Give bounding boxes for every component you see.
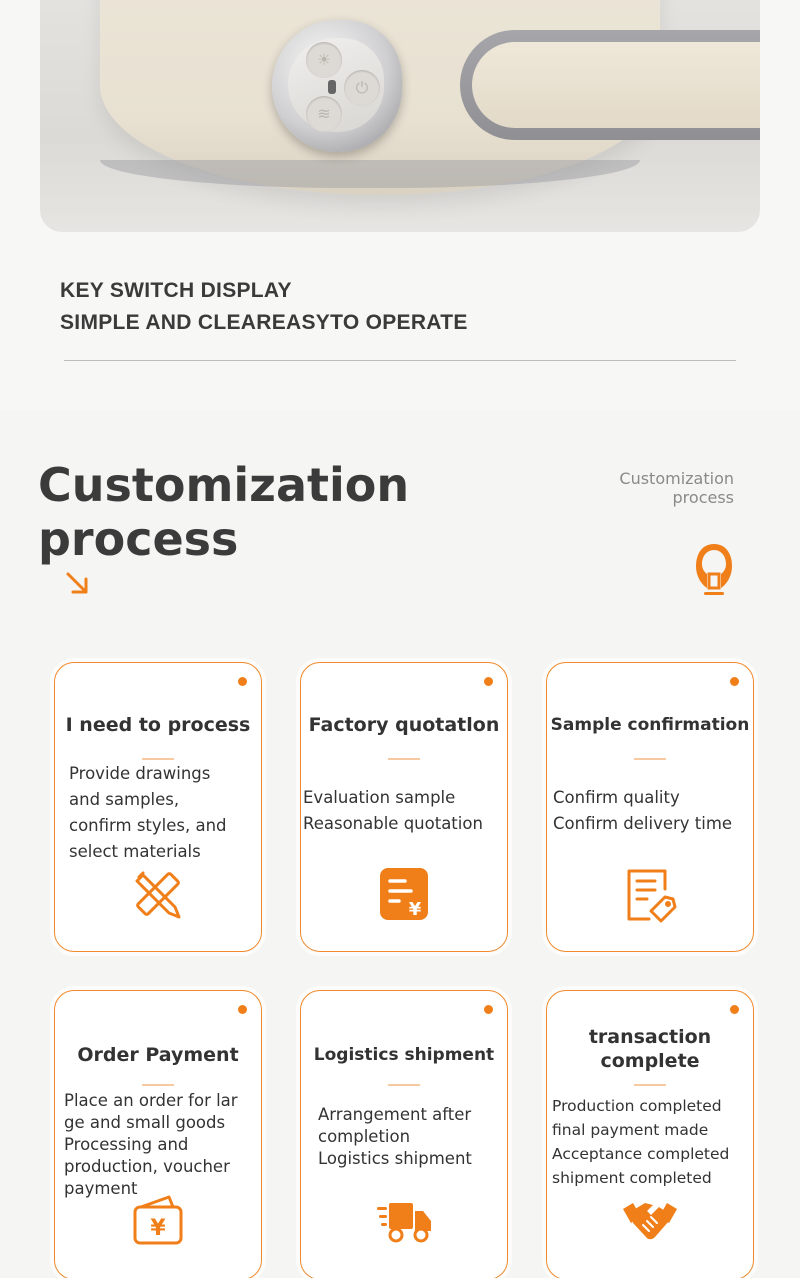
divider — [64, 360, 736, 361]
card-title: transaction complete — [547, 1025, 753, 1073]
arrow-down-right-icon — [66, 572, 88, 594]
card-description: Arrangement after completion Logistics s… — [318, 1105, 472, 1168]
product-section: ☀ ⏻ ≋ KEY SWITCH DISPLAY SIMPLE AND CLEA… — [0, 0, 800, 410]
side-label-line-2: process — [672, 488, 734, 507]
process-card-4: Order Payment Place an order for lar ge … — [54, 990, 262, 1278]
product-caption: KEY SWITCH DISPLAY SIMPLE AND CLEAREASYT… — [60, 275, 468, 339]
process-card-1: I need to process Provide drawings and s… — [54, 662, 262, 952]
process-card-6: transaction complete Production complete… — [546, 990, 754, 1278]
card-description: Provide drawings and samples, confirm st… — [69, 764, 227, 861]
control-face: ☀ ⏻ ≋ — [288, 38, 384, 132]
svg-text:¥: ¥ — [409, 899, 422, 920]
yen-document-icon: ¥ — [380, 868, 428, 920]
delivery-truck-icon — [377, 1203, 431, 1243]
card-rule — [388, 1084, 420, 1086]
card-title: Logistics shipment — [313, 1045, 495, 1065]
process-card-2: Factory quotatlon Evaluation sample Reas… — [300, 662, 508, 952]
card-dot — [484, 677, 493, 686]
card-dot — [730, 1005, 739, 1014]
pillow-arm — [460, 30, 760, 140]
product-photo: ☀ ⏻ ≋ — [40, 0, 760, 232]
card-dot — [238, 677, 247, 686]
card-title: Factory quotatlon — [308, 714, 500, 736]
card-title: Sample confirmation — [550, 715, 750, 735]
card-rule — [142, 758, 174, 760]
caption-line-2: SIMPLE AND CLEAREASYTO OPERATE — [60, 311, 468, 334]
card-title-line-2: complete — [600, 1050, 700, 1072]
side-label-line-1: Customization — [619, 469, 734, 488]
card-description: Place an order for lar ge and small good… — [64, 1091, 238, 1198]
card-description: Confirm quality Confirm delivery time — [553, 788, 733, 833]
card-dot — [238, 1005, 247, 1014]
side-label: Customization process — [619, 469, 734, 507]
process-card-3: Sample confirmation Confirm quality Conf… — [546, 662, 754, 952]
control-panel: ☀ ⏻ ≋ — [272, 20, 402, 152]
neck-pillow-logo-icon — [696, 544, 732, 595]
card-title: I need to process — [65, 714, 251, 736]
usb-port-icon — [328, 80, 336, 94]
light-button-icon: ☀ — [306, 42, 342, 78]
mode-button-icon: ≋ — [306, 96, 342, 132]
card-rule — [388, 758, 420, 760]
caption-line-1: KEY SWITCH DISPLAY — [60, 279, 292, 302]
card-rule — [634, 758, 666, 760]
card-description: Evaluation sample Reasonable quotation — [303, 788, 483, 833]
section-title-line-2: process — [38, 512, 239, 566]
process-card-5: Logistics shipment Arrangement after com… — [300, 990, 508, 1278]
card-rule — [142, 1084, 174, 1086]
document-tag-icon — [627, 869, 677, 923]
svg-text:¥: ¥ — [150, 1216, 166, 1241]
card-rule — [634, 1084, 666, 1086]
power-button-icon: ⏻ — [344, 70, 380, 106]
pencil-ruler-icon — [135, 871, 181, 919]
card-title-line-1: transaction — [588, 1026, 712, 1048]
pillow-strip — [100, 160, 640, 188]
yen-wallet-icon: ¥ — [133, 1195, 183, 1245]
card-dot — [484, 1005, 493, 1014]
card-description: Production completed final payment made … — [552, 1097, 730, 1187]
card-title: Order Payment — [77, 1044, 239, 1066]
card-dot — [730, 677, 739, 686]
section-title-line-1: Customization — [38, 458, 410, 512]
section-title: Customization process — [38, 458, 409, 566]
handshake-icon — [623, 1203, 677, 1240]
